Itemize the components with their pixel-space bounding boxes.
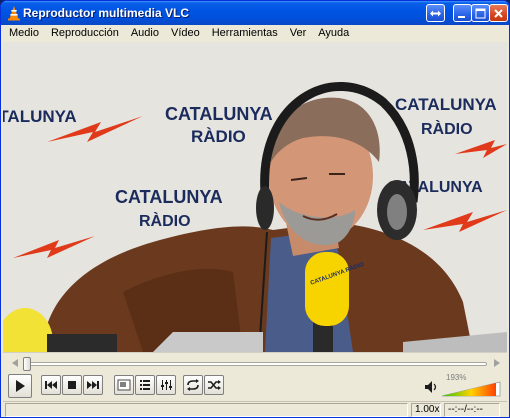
shuffle-button[interactable] [204, 375, 224, 395]
menu-herramientas[interactable]: Herramientas [206, 25, 284, 42]
video-area[interactable]: CATALUNYA CATALUNYA RÀDIO CATALUNYA RÀDI… [3, 42, 507, 352]
seek-back-icon[interactable] [10, 358, 20, 368]
backdrop-logo-text: RÀDIO [421, 119, 473, 138]
play-icon [16, 380, 25, 392]
play-button[interactable] [8, 374, 32, 398]
next-icon [87, 381, 99, 389]
menu-reproduccion[interactable]: Reproducción [45, 25, 125, 42]
backdrop-logo-text: RÀDIO [191, 127, 246, 146]
backdrop-logo-text: CATALUNYA [165, 104, 273, 124]
close-icon [494, 8, 503, 18]
previous-button[interactable] [41, 375, 61, 395]
switch-interface-button[interactable] [426, 4, 445, 22]
shuffle-icon [208, 380, 221, 390]
menu-audio[interactable]: Audio [125, 25, 165, 42]
window-title: Reproductor multimedia VLC [23, 6, 190, 20]
vlc-window: Reproductor multimedia VLC Medio Reprodu… [0, 0, 510, 418]
menu-ayuda[interactable]: Ayuda [312, 25, 355, 42]
menu-medio[interactable]: Medio [3, 25, 45, 42]
vlc-cone-icon [8, 6, 20, 21]
loop-button[interactable] [183, 375, 203, 395]
speaker-icon[interactable] [424, 380, 438, 394]
menu-video[interactable]: Vídeo [165, 25, 206, 42]
backdrop-logo-text: RÀDIO [139, 211, 191, 230]
menu-ver[interactable]: Ver [284, 25, 313, 42]
resize-arrows-icon [430, 10, 441, 16]
seek-track[interactable] [25, 362, 487, 366]
fullscreen-icon [117, 379, 131, 391]
previous-icon [45, 381, 57, 389]
next-button[interactable] [83, 375, 103, 395]
status-message [5, 403, 408, 417]
minimize-icon [458, 15, 465, 18]
seek-forward-icon[interactable] [492, 358, 502, 368]
stop-icon [68, 381, 76, 389]
maximize-icon [475, 8, 486, 18]
video-frame: CATALUNYA CATALUNYA RÀDIO CATALUNYA RÀDI… [3, 42, 507, 352]
maximize-button[interactable] [471, 4, 490, 22]
playlist-button[interactable] [135, 375, 155, 395]
stop-button[interactable] [62, 375, 82, 395]
extended-settings-button[interactable] [156, 375, 176, 395]
status-bar: 1.00x --:--/--:-- [3, 401, 507, 417]
backdrop-logo-text: CATALUNYA [395, 95, 497, 114]
title-bar[interactable]: Reproductor multimedia VLC [1, 1, 509, 25]
playback-speed[interactable]: 1.00x [411, 403, 441, 417]
playlist-icon [140, 380, 150, 390]
volume-slider[interactable] [440, 381, 502, 397]
close-button[interactable] [489, 4, 508, 22]
fullscreen-button[interactable] [114, 375, 134, 395]
extended-settings-icon [161, 380, 172, 390]
minimize-button[interactable] [453, 4, 472, 22]
backdrop-logo-text: CATALUNYA [115, 187, 223, 207]
loop-icon [187, 379, 199, 391]
control-bar: 193% [3, 372, 507, 401]
seek-bar [3, 352, 507, 372]
backdrop-logo-text: CATALUNYA [3, 107, 77, 126]
time-display: --:--/--:-- [444, 403, 500, 417]
menu-bar: Medio Reproducción Audio Vídeo Herramien… [1, 25, 509, 42]
seek-slider-handle[interactable] [23, 357, 32, 371]
